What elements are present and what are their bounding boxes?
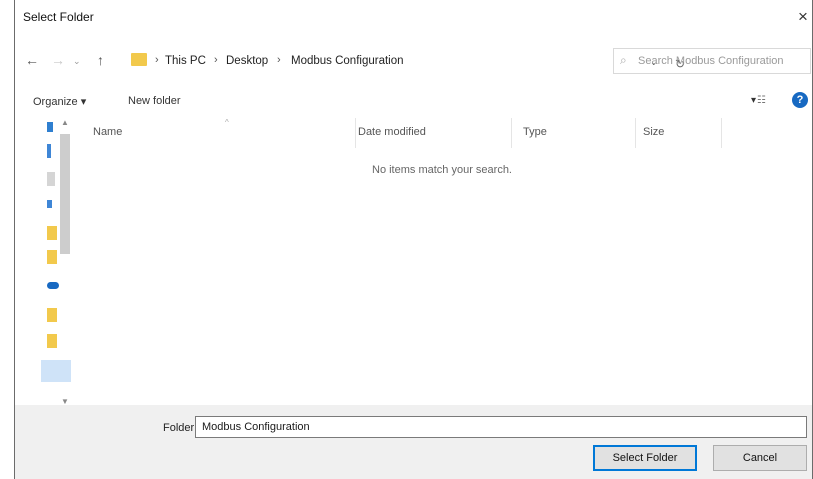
dialog-footer: Folder: Modbus Configuration Select Fold… [15,405,812,479]
pictures-icon[interactable] [47,200,52,208]
breadcrumb-this-pc[interactable]: This PC [165,55,206,67]
column-divider [355,118,356,148]
view-options-icon[interactable]: ☷ [757,95,766,106]
folder-icon[interactable] [47,250,57,264]
command-bar: Organize ▾ New folder ☷ ▾ ? [15,86,812,116]
breadcrumb-modbus-configuration[interactable]: Modbus Configuration [291,55,404,67]
quick-access-icon[interactable] [47,122,53,132]
download-icon[interactable] [47,144,51,158]
document-icon[interactable] [47,172,55,186]
view-dropdown-chevron[interactable]: ▾ [751,95,756,106]
breadcrumb-separator: › [214,54,218,66]
help-icon[interactable]: ? [792,92,808,108]
onedrive-icon[interactable] [47,282,59,289]
column-divider [511,118,512,148]
column-header-name[interactable]: Name [93,126,122,138]
navigation-scrollbar[interactable]: ▲ ▼ [59,118,71,406]
column-header-size[interactable]: Size [643,126,664,138]
scrollbar-thumb[interactable] [60,134,70,254]
folder-icon[interactable] [47,308,57,322]
new-folder-button[interactable]: New folder [128,95,181,107]
cancel-button[interactable]: Cancel [713,445,807,471]
breadcrumb-separator: › [155,54,159,66]
recent-locations-button[interactable]: ⌄ [73,56,81,67]
folder-name-field[interactable]: Modbus Configuration [195,416,807,438]
folder-label: Folder: [163,422,198,434]
column-header-date-modified[interactable]: Date modified [358,126,426,138]
breadcrumb-separator: › [277,54,281,66]
search-box[interactable]: ⌕ Search Modbus Configuration [613,48,811,74]
breadcrumb-desktop[interactable]: Desktop [226,55,268,67]
select-folder-dialog: Select Folder × ← → ⌄ ↑ › This PC › Desk… [14,0,813,479]
organize-button[interactable]: Organize ▾ [33,95,86,108]
address-bar[interactable]: › This PC › Desktop › Modbus Configurati… [125,48,685,74]
column-divider [721,118,722,148]
back-button[interactable]: ← [25,52,39,68]
title-bar: Select Folder × [15,0,812,36]
folder-icon[interactable] [47,226,57,240]
close-icon[interactable]: × [798,8,812,26]
forward-button[interactable]: → [51,52,65,68]
column-divider [635,118,636,148]
up-button[interactable]: ↑ [97,52,104,68]
sort-indicator-icon: ^ [225,118,229,127]
select-folder-button[interactable]: Select Folder [593,445,697,471]
address-row: ← → ⌄ ↑ › This PC › Desktop › Modbus Con… [15,44,812,78]
column-header-type[interactable]: Type [523,126,547,138]
search-icon: ⌕ [620,53,627,67]
folder-icon[interactable] [47,334,57,348]
dialog-title: Select Folder [23,10,94,24]
folder-icon [131,53,147,66]
search-placeholder: Search Modbus Configuration [638,55,784,67]
empty-message: No items match your search. [372,164,512,176]
